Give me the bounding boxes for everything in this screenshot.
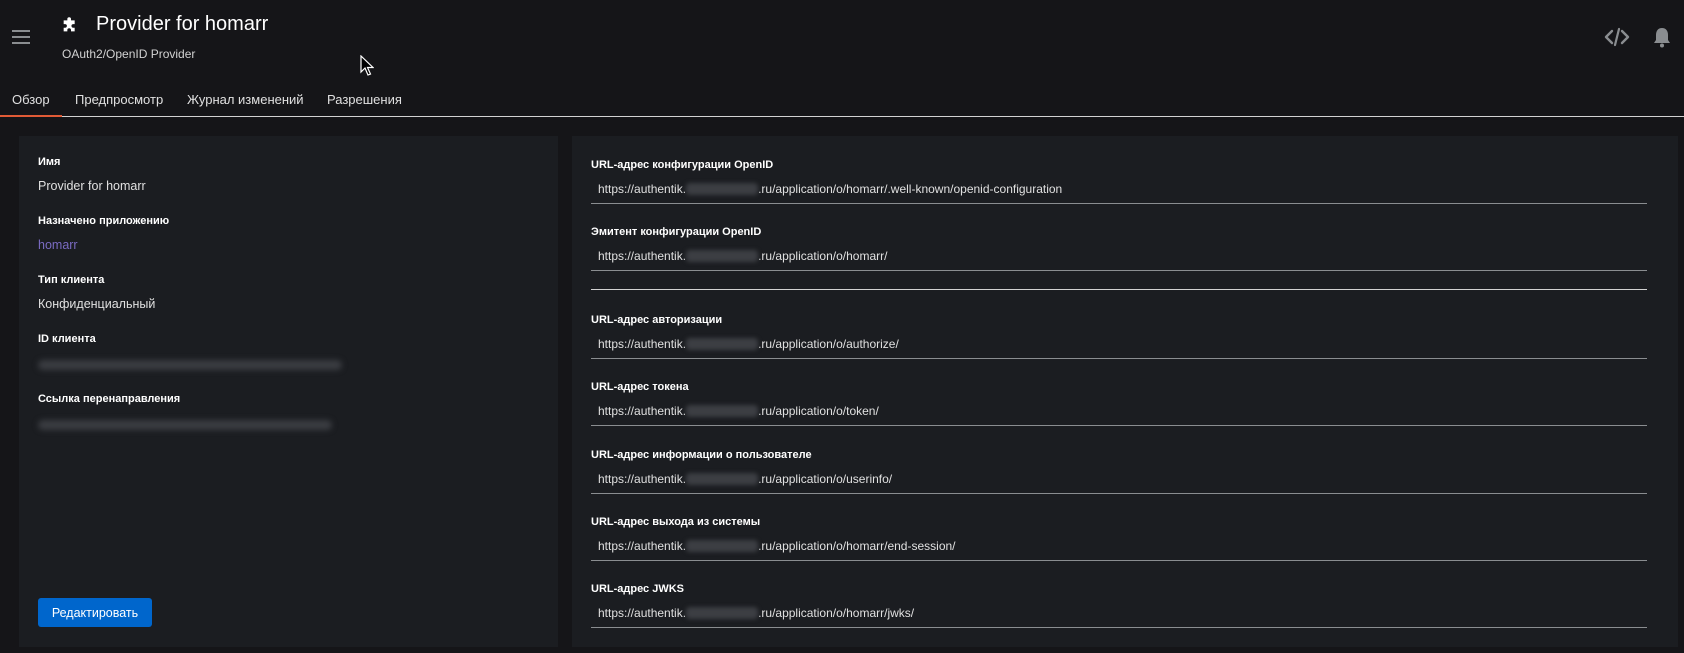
page-header: Provider for homarr OAuth2/OpenID Provid…: [0, 0, 1684, 117]
token-url-field[interactable]: https://authentik. .ru/application/o/toke…: [591, 398, 1647, 426]
puzzle-icon: [63, 17, 75, 32]
provider-urls-card: URL-адрес конфигурации OpenID https://au…: [572, 136, 1678, 647]
assigned-app-link[interactable]: homarr: [38, 238, 78, 252]
tab-permissions[interactable]: Разрешения: [327, 92, 402, 107]
tab-overview[interactable]: Обзор: [0, 92, 61, 117]
domain-redacted: [686, 183, 759, 195]
openid-config-url-field[interactable]: https://authentik. .ru/application/o/homa…: [591, 176, 1647, 204]
tab-changelog[interactable]: Журнал изменений: [187, 92, 304, 107]
domain-redacted: [686, 250, 759, 262]
openid-issuer-label: Эмитент конфигурации OpenID: [591, 226, 762, 238]
userinfo-url-field[interactable]: https://authentik. .ru/application/o/user…: [591, 466, 1647, 494]
client-id-value-redacted: [38, 360, 342, 370]
tab-bar: Обзор Предпросмотр Журнал изменений Разр…: [0, 82, 1684, 117]
assigned-app-label: Назначено приложению: [38, 215, 170, 227]
authorize-url-label: URL-адрес авторизации: [591, 314, 723, 326]
domain-redacted: [686, 607, 759, 619]
bell-icon[interactable]: [1652, 26, 1672, 48]
domain-redacted: [686, 405, 759, 417]
client-type-value: Конфиденциальный: [38, 297, 156, 311]
hamburger-menu-icon[interactable]: [12, 30, 30, 46]
domain-redacted: [686, 540, 759, 552]
code-icon[interactable]: [1604, 26, 1630, 48]
openid-issuer-field[interactable]: https://authentik. .ru/application/o/homa…: [591, 243, 1647, 271]
client-id-label: ID клиента: [38, 333, 96, 345]
edit-button[interactable]: Редактировать: [38, 598, 152, 627]
page-title: Provider for homarr: [96, 13, 269, 35]
jwks-url-label: URL-адрес JWKS: [591, 583, 685, 595]
provider-details-card: Имя Provider for homarr Назначено прилож…: [19, 136, 558, 647]
domain-redacted: [686, 473, 759, 485]
logout-url-label: URL-адрес выхода из системы: [591, 516, 761, 528]
openid-config-url-label: URL-адрес конфигурации OpenID: [591, 159, 774, 171]
domain-redacted: [686, 338, 759, 350]
name-value: Provider for homarr: [38, 179, 146, 193]
redirect-uri-label: Ссылка перенаправления: [38, 393, 181, 405]
page-subtitle: OAuth2/OpenID Provider: [62, 47, 196, 61]
client-type-label: Тип клиента: [38, 274, 105, 286]
logout-url-field[interactable]: https://authentik. .ru/application/o/homa…: [591, 533, 1647, 561]
name-label: Имя: [38, 156, 61, 168]
tab-preview[interactable]: Предпросмотр: [75, 92, 163, 107]
userinfo-url-label: URL-адрес информации о пользователе: [591, 449, 812, 461]
mouse-cursor-icon: [360, 55, 374, 76]
redirect-uri-value-redacted: [38, 420, 332, 430]
token-url-label: URL-адрес токена: [591, 381, 689, 393]
section-divider: [591, 289, 1647, 290]
jwks-url-field[interactable]: https://authentik. .ru/application/o/homa…: [591, 600, 1647, 628]
authorize-url-field[interactable]: https://authentik. .ru/application/o/auth…: [591, 331, 1647, 359]
